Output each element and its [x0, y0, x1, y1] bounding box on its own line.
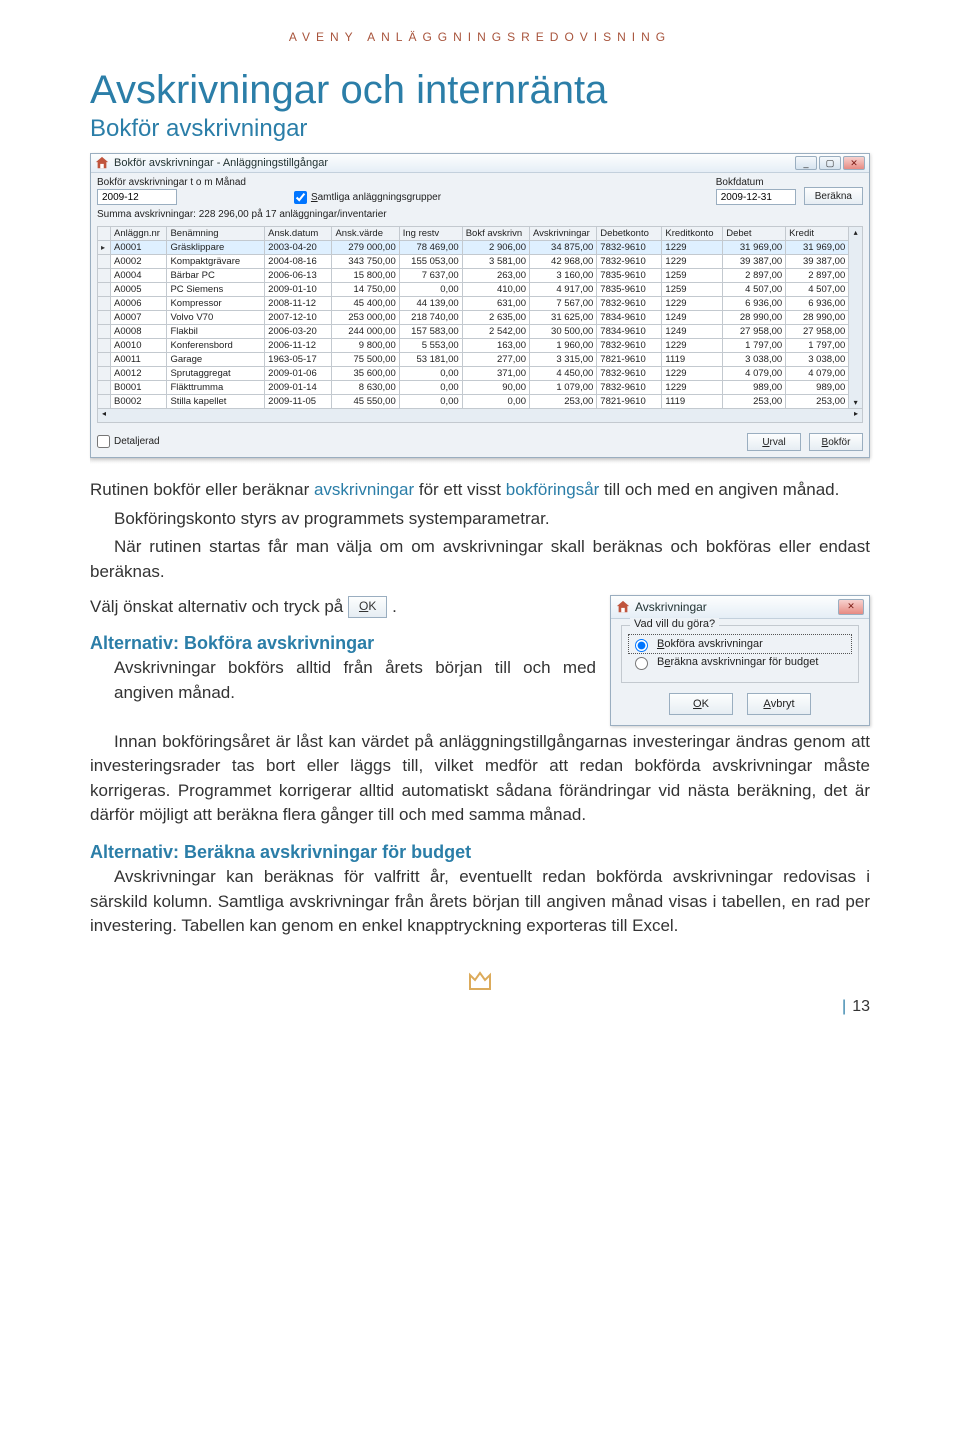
bokfdatum-label: Bokfdatum — [716, 177, 796, 188]
para-7: Avskrivningar kan beräknas för valfritt … — [90, 865, 870, 939]
table-row[interactable]: A0002Kompaktgrävare2004-08-16343 750,001… — [98, 255, 849, 269]
table-row[interactable]: B0001Fläkttrumma2009-01-148 630,000,0090… — [98, 381, 849, 395]
data-table[interactable]: Anläggn.nrBenämningAnsk.datumAnsk.värdeI… — [97, 226, 849, 409]
dialog-close-button[interactable]: ✕ — [838, 599, 864, 615]
scroll-down-icon[interactable]: ▾ — [849, 397, 862, 408]
para-1: Rutinen bokför eller beräknar avskrivnin… — [90, 478, 870, 503]
scroll-up-icon[interactable]: ▴ — [849, 227, 862, 238]
table-row[interactable]: A0011Garage1963-05-1775 500,0053 181,002… — [98, 353, 849, 367]
urval-button[interactable]: UUrvalrval — [747, 433, 801, 451]
column-header[interactable]: Debetkonto — [597, 227, 662, 241]
column-header[interactable]: Benämning — [167, 227, 265, 241]
table-row[interactable]: A0004Bärbar PC2006-06-1315 800,007 637,0… — [98, 269, 849, 283]
close-button[interactable]: ✕ — [843, 156, 865, 170]
bokfdatum-input[interactable] — [716, 189, 796, 205]
table-row[interactable]: B0002Stilla kapellet2009-11-0545 550,000… — [98, 395, 849, 409]
dialog-ok-button[interactable]: OK — [669, 693, 733, 715]
heading-alt2: Alternativ: Beräkna avskrivningar för bu… — [90, 842, 870, 863]
vertical-scrollbar[interactable]: ▴ ▾ — [849, 226, 863, 409]
main-window: Bokför avskrivningar - Anläggningstillgå… — [90, 153, 870, 458]
column-header[interactable]: Ansk.värde — [332, 227, 399, 241]
radio-berakna[interactable]: Beräkna avskrivningar för budget — [630, 654, 850, 670]
dialog-avbryt-button[interactable]: Avbryt — [747, 693, 811, 715]
titlebar: Bokför avskrivningar - Anläggningstillgå… — [91, 154, 869, 173]
para-6: Innan bokföringsåret är låst kan värdet … — [90, 730, 870, 829]
column-header[interactable]: Ing restv — [399, 227, 462, 241]
footer-ornament-icon — [90, 969, 870, 996]
dialog-legend: Vad vill du göra? — [630, 618, 719, 630]
detaljerad-checkbox[interactable]: Detaljerad — [97, 435, 160, 449]
para-4: Välj önskat alternativ och tryck på OK . — [90, 595, 596, 620]
body-text: Rutinen bokför eller beräknar avskrivnin… — [90, 478, 870, 939]
detaljerad-checkbox-input[interactable] — [97, 435, 110, 448]
avskrivningar-dialog: Avskrivningar ✕ Vad vill du göra? Bokför… — [610, 595, 870, 726]
table-row[interactable]: A0001Gräsklippare2003-04-20279 000,0078 … — [98, 241, 849, 255]
table-row[interactable]: A0010Konferensbord2006-11-129 800,005 55… — [98, 339, 849, 353]
scroll-right-icon[interactable]: ▸ — [850, 409, 862, 422]
column-header[interactable]: Anläggn.nr — [111, 227, 167, 241]
heading-alt1: Alternativ: Bokföra avskrivningar — [90, 633, 596, 654]
dialog-groupbox: Vad vill du göra? Bokföra avskrivningar … — [621, 625, 859, 683]
window-footer: Detaljerad UUrvalrval BBokförokför — [91, 427, 869, 457]
para-2: Bokföringskonto styrs av programmets sys… — [90, 507, 870, 532]
column-header[interactable]: Kredit — [786, 227, 849, 241]
para-5: Avskrivningar bokförs alltid från årets … — [90, 656, 596, 705]
toolbar: Bokför avskrivningar t o m Månad SSamtli… — [91, 173, 869, 207]
maximize-button[interactable]: ▢ — [819, 156, 841, 170]
table-row[interactable]: A0012Sprutaggregat2009-01-0635 600,000,0… — [98, 367, 849, 381]
home-icon — [616, 600, 630, 614]
window-title: Bokför avskrivningar - Anläggningstillgå… — [114, 157, 795, 169]
table-row[interactable]: A0008Flakbil2006-03-20244 000,00157 583,… — [98, 325, 849, 339]
manad-input[interactable] — [97, 189, 177, 205]
inline-ok-button: OK — [348, 596, 387, 617]
shadow — [90, 458, 870, 464]
subtitle: Bokför avskrivningar — [90, 115, 870, 143]
column-header[interactable]: Kreditkonto — [662, 227, 723, 241]
radio-bokfora[interactable]: Bokföra avskrivningar — [630, 636, 850, 652]
page-number: |13 — [842, 998, 870, 1016]
berakna-button[interactable]: Beräkna — [804, 187, 863, 205]
detaljerad-label: Detaljerad — [114, 436, 160, 447]
scroll-left-icon[interactable]: ◂ — [98, 409, 110, 422]
bokfor-button[interactable]: BBokförokför — [809, 433, 863, 451]
page-title: Avskrivningar och internränta — [90, 68, 870, 113]
samtliga-checkbox[interactable]: SSamtliga anläggningsgrupperamtliga anlä… — [294, 191, 441, 205]
column-header[interactable]: Debet — [723, 227, 786, 241]
table-row[interactable]: A0007Volvo V702007-12-10253 000,00218 74… — [98, 311, 849, 325]
kicker: AVENY ANLÄGGNINGSREDOVISNING — [90, 30, 870, 44]
minimize-button[interactable]: _ — [795, 156, 817, 170]
manad-label: Bokför avskrivningar t o m Månad — [97, 177, 246, 188]
column-header[interactable]: Ansk.datum — [265, 227, 332, 241]
horizontal-scrollbar[interactable]: ◂ ▸ — [97, 409, 863, 423]
column-header[interactable]: Avskrivningar — [530, 227, 597, 241]
samtliga-checkbox-input[interactable] — [294, 191, 307, 204]
table-row[interactable]: A0006Kompressor2008-11-1245 400,0044 139… — [98, 297, 849, 311]
dialog-title: Avskrivningar — [635, 600, 838, 614]
home-icon — [95, 156, 109, 170]
para-3: När rutinen startas får man välja om om … — [90, 535, 870, 584]
column-header[interactable]: Bokf avskrivn — [462, 227, 529, 241]
table-row[interactable]: A0005PC Siemens2009-01-1014 750,000,0041… — [98, 283, 849, 297]
samtliga-label: SSamtliga anläggningsgrupperamtliga anlä… — [311, 192, 441, 203]
summary-text: Summa avskrivningar: 228 296,00 på 17 an… — [91, 207, 869, 226]
